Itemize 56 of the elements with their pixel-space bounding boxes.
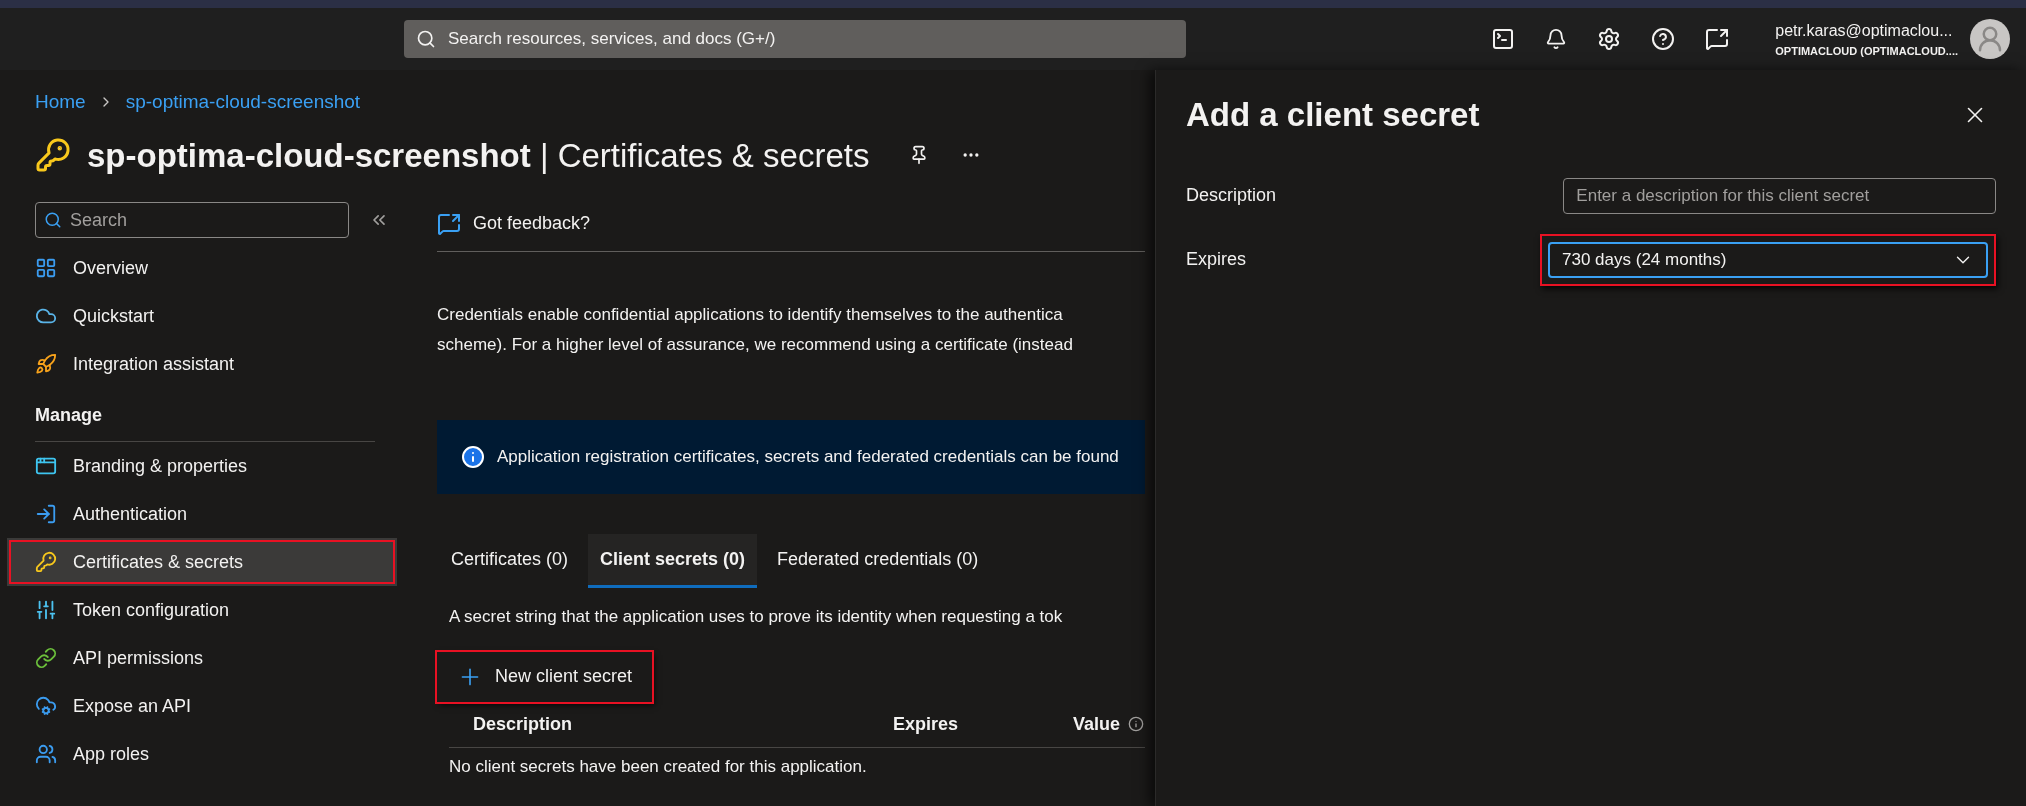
avatar[interactable] bbox=[1970, 19, 2010, 59]
column-header: Expires bbox=[893, 712, 960, 736]
panel-title: Add a client secret bbox=[1186, 95, 1480, 135]
tab[interactable]: Client secrets (0) bbox=[588, 534, 758, 588]
tab[interactable]: Certificates (0) bbox=[439, 534, 581, 588]
sidebar-item[interactable]: Quickstart bbox=[7, 292, 397, 340]
help-icon[interactable] bbox=[1651, 27, 1676, 51]
breadcrumb-link[interactable]: sp-optima-cloud-screenshot bbox=[125, 88, 361, 117]
feedback-icon[interactable] bbox=[1705, 27, 1730, 51]
settings-icon[interactable] bbox=[1597, 27, 1622, 51]
new-client-secret-button[interactable]: New client secret bbox=[437, 651, 653, 702]
window-icon bbox=[35, 455, 57, 477]
page-title: sp-optima-cloud-screenshot | Certificates & secrets bbox=[87, 135, 870, 176]
breadcrumb-link[interactable]: Home bbox=[35, 88, 86, 117]
info-icon bbox=[461, 445, 485, 469]
column-header: Value bbox=[1073, 712, 1121, 736]
key-icon bbox=[35, 551, 57, 573]
field-label: Description bbox=[1186, 184, 1278, 207]
account-name[interactable]: petr.karas@optimaclou... bbox=[1775, 18, 1958, 43]
feedback-link[interactable]: Got feedback? bbox=[473, 210, 591, 237]
info-text: Application registration certificates, secrets and federated credentials can be found bbox=[497, 446, 1119, 469]
sign-in-icon bbox=[35, 503, 57, 525]
tab-description: A secret string that the application uses to prove its identity when requesting a tok bbox=[449, 606, 1063, 628]
sidebar-item[interactable]: Integration assistant bbox=[7, 340, 397, 388]
sidebar-search-field[interactable]: Search bbox=[35, 202, 349, 238]
feedback-icon bbox=[437, 211, 461, 236]
field-label: Expires bbox=[1186, 248, 1248, 271]
link-icon bbox=[35, 647, 57, 669]
sidebar-item[interactable]: Certificates & secrets bbox=[7, 538, 397, 586]
sidebar-item[interactable]: Expose an API bbox=[7, 682, 397, 730]
sidebar-item[interactable]: Overview bbox=[7, 244, 397, 292]
sidebar-item[interactable]: Authentication bbox=[7, 490, 397, 538]
section-heading: Manage bbox=[35, 405, 103, 425]
sidebar-item[interactable]: App roles bbox=[7, 730, 397, 778]
expires-dropdown[interactable]: 730 days (24 months) bbox=[1548, 241, 1988, 278]
column-header: Description bbox=[473, 712, 574, 736]
search-icon bbox=[44, 211, 62, 229]
users-icon bbox=[35, 743, 57, 765]
directory-name: OPTIMACLOUD (OPTIMACLOUD.... bbox=[1775, 43, 1958, 59]
key-icon bbox=[35, 137, 71, 174]
description-field[interactable]: Enter a description for this client secret bbox=[1563, 177, 1996, 214]
sidebar-item[interactable]: API permissions bbox=[7, 634, 397, 682]
sidebar-item[interactable]: Branding & properties bbox=[7, 442, 397, 490]
rocket-icon bbox=[35, 353, 57, 375]
empty-message: No client secrets have been created for this application. bbox=[449, 755, 867, 778]
cloud-gear-icon bbox=[35, 695, 57, 717]
info-icon bbox=[1128, 716, 1145, 732]
grid-icon bbox=[35, 257, 57, 279]
sidebar-item[interactable]: Token configuration bbox=[7, 586, 397, 634]
search-icon bbox=[416, 29, 436, 49]
intro-paragraph: Credentials enable confidential applications to identify themselves to the authentica scheme). For a higher level of assurance, we recommend using a certificate (instead bbox=[437, 304, 1073, 356]
tab[interactable]: Federated credentials (0) bbox=[765, 534, 991, 588]
search-field[interactable]: Search resources, services, and docs (G+/) bbox=[404, 20, 1186, 58]
sliders-icon bbox=[35, 599, 57, 621]
terminal-icon[interactable] bbox=[1491, 27, 1516, 51]
notification-icon[interactable] bbox=[1545, 28, 1568, 50]
